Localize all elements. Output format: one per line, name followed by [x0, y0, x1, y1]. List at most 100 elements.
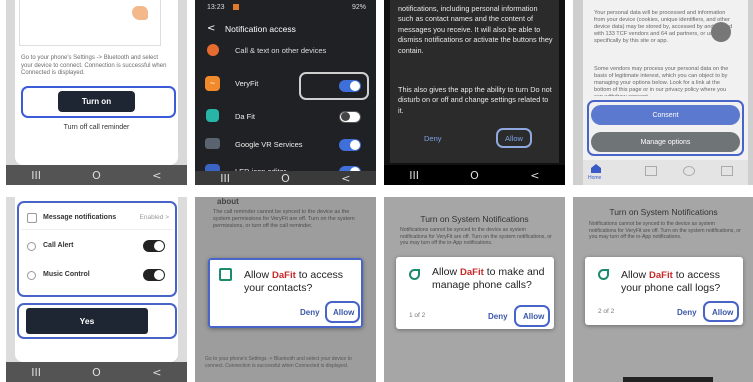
dialog-card: notifications, including personal inform… — [390, 0, 559, 163]
dialog-text-2: This also gives the app the ability to t… — [398, 85, 552, 115]
tab-icon[interactable] — [683, 166, 695, 176]
panel-5-call-alert-settings: Message notifications Enabled > Call Ale… — [6, 197, 187, 382]
allow-prefix: Allow — [432, 266, 458, 278]
consent-label: Consent — [652, 111, 679, 119]
veryfit-icon: ~ — [205, 76, 220, 91]
recent-apps-button[interactable]: III — [399, 169, 429, 182]
status-bar: 13:23 92% — [195, 0, 376, 14]
deny-button[interactable]: Deny — [424, 134, 442, 143]
panel-6-contacts-permission: about The call reminder cannot be synced… — [195, 197, 376, 382]
deny-button[interactable]: Deny — [677, 308, 697, 317]
setup-instructions: Go to your phone's Settings -> Bluetooth… — [21, 55, 167, 76]
tab-icon[interactable] — [721, 166, 733, 176]
background-note: Notifications cannot be synced to the de… — [400, 227, 552, 246]
permission-text: Allow DaFit to make and manage phone cal… — [432, 266, 547, 291]
screen-title: Turn on System Notifications — [420, 214, 529, 224]
music-control-toggle[interactable] — [143, 269, 165, 281]
call-alert-toggle[interactable] — [143, 240, 165, 252]
app-brand: DaFit — [649, 270, 673, 281]
contacts-icon — [219, 268, 232, 281]
permission-text: Allow DaFit to access your contacts? — [244, 269, 359, 294]
permission-dialog: Allow DaFit to access your phone call lo… — [585, 257, 743, 325]
yes-button[interactable]: Yes — [26, 308, 148, 334]
allow-button[interactable]: Allow — [505, 134, 523, 143]
tab-icon[interactable] — [645, 166, 657, 176]
panel-8-call-log-permission: Turn on System Notifications Notificatio… — [573, 197, 753, 382]
manage-options-button[interactable]: Manage options — [591, 132, 740, 152]
vr-headset-icon — [205, 138, 220, 149]
system-nav-bar: III O < — [6, 362, 187, 382]
message-icon — [27, 213, 37, 223]
turn-off-reminder-link[interactable]: Turn off call reminder — [15, 124, 178, 131]
allow-prefix: Allow — [244, 269, 270, 281]
phone-icon — [409, 269, 420, 280]
panel-3-permission-dialog: notifications, including personal inform… — [384, 0, 565, 185]
deny-button[interactable]: Deny — [300, 308, 320, 317]
manage-options-label: Manage options — [640, 138, 691, 146]
deny-button[interactable]: Deny — [488, 312, 508, 321]
permission-text: Allow DaFit to access your phone call lo… — [621, 269, 736, 294]
recent-apps-button[interactable]: III — [21, 366, 51, 379]
background-note: Notifications cannot be synced to the de… — [589, 221, 741, 240]
dafit-icon — [206, 109, 219, 122]
app-brand: DaFit — [460, 267, 484, 278]
music-icon — [27, 271, 36, 280]
call-log-icon — [598, 269, 609, 280]
veryfit-toggle[interactable] — [339, 80, 361, 92]
recent-apps-button[interactable]: III — [210, 172, 240, 185]
back-button[interactable]: < — [142, 169, 172, 182]
allow-button[interactable]: Allow — [712, 308, 733, 317]
panel-2-notification-access: 13:23 92% < Notification access Call & t… — [195, 0, 376, 185]
yes-label: Yes — [79, 316, 95, 326]
back-arrow-icon[interactable]: < — [207, 23, 215, 34]
phone-icon — [27, 242, 36, 251]
turn-on-button[interactable]: Turn on — [58, 91, 135, 112]
home-tab-label[interactable]: Home — [588, 175, 601, 181]
consent-text-2: Some vendors may process your personal d… — [594, 66, 729, 96]
row-label: Call Alert — [43, 242, 74, 249]
app-icon-generic — [207, 44, 219, 56]
back-button[interactable]: < — [520, 169, 550, 182]
battery-status: 92% — [351, 4, 366, 11]
panel-7-phone-permission: Turn on System Notifications Notificatio… — [384, 197, 565, 382]
home-button[interactable]: O — [81, 169, 111, 182]
home-button[interactable]: O — [459, 169, 489, 182]
illustration-frame — [19, 0, 161, 46]
home-tab-icon[interactable] — [591, 164, 601, 173]
system-nav-bar: III O < — [6, 165, 187, 185]
phone-screen: Go to your phone's Settings -> Bluetooth… — [15, 0, 178, 165]
dafit-toggle[interactable] — [339, 111, 361, 123]
header-bar: < Notification access — [195, 18, 376, 40]
app-name: Google VR Services — [235, 140, 303, 149]
bottom-tab-bar: Home — [583, 160, 748, 185]
screen-title: Turn on System Notifications — [609, 207, 718, 217]
avatar — [711, 22, 731, 42]
recent-apps-button[interactable]: III — [21, 169, 51, 182]
app-brand: DaFit — [272, 270, 296, 281]
permission-dialog: Allow DaFit to make and manage phone cal… — [396, 257, 554, 329]
message-notifications-row[interactable]: Message notifications Enabled > — [21, 207, 173, 230]
background-note: The call reminder cannot be synced to th… — [213, 209, 355, 229]
home-button[interactable]: O — [270, 172, 300, 185]
google-vr-toggle[interactable] — [339, 139, 361, 151]
row-value: Enabled > — [139, 214, 169, 221]
status-time: 13:23 — [207, 4, 225, 11]
allow-prefix: Allow — [621, 269, 647, 281]
back-button[interactable]: < — [331, 172, 361, 185]
allow-button[interactable]: Allow — [523, 312, 544, 321]
home-button[interactable]: O — [81, 366, 111, 379]
page-counter: 2 of 2 — [598, 308, 615, 315]
system-nav-bar: III O < — [195, 171, 376, 185]
turn-on-label: Turn on — [81, 97, 112, 106]
app-list: Call & text on other devices ~ VeryFit D… — [195, 42, 376, 185]
row-label: Music Control — [43, 271, 90, 278]
panel-4-consent-dialog: Your personal data will be processed and… — [573, 0, 753, 185]
permission-dialog: Allow DaFit to access your contacts? Den… — [208, 258, 363, 328]
allow-button[interactable]: Allow — [333, 308, 354, 317]
consent-button[interactable]: Consent — [591, 105, 740, 125]
bottom-dark-strip — [623, 377, 713, 382]
back-button[interactable]: < — [142, 366, 172, 379]
dialog-text-1: notifications, including personal inform… — [398, 4, 553, 55]
consent-card: Your personal data will be processed and… — [583, 0, 748, 160]
app-row[interactable]: Call & text on other devices — [195, 42, 376, 62]
